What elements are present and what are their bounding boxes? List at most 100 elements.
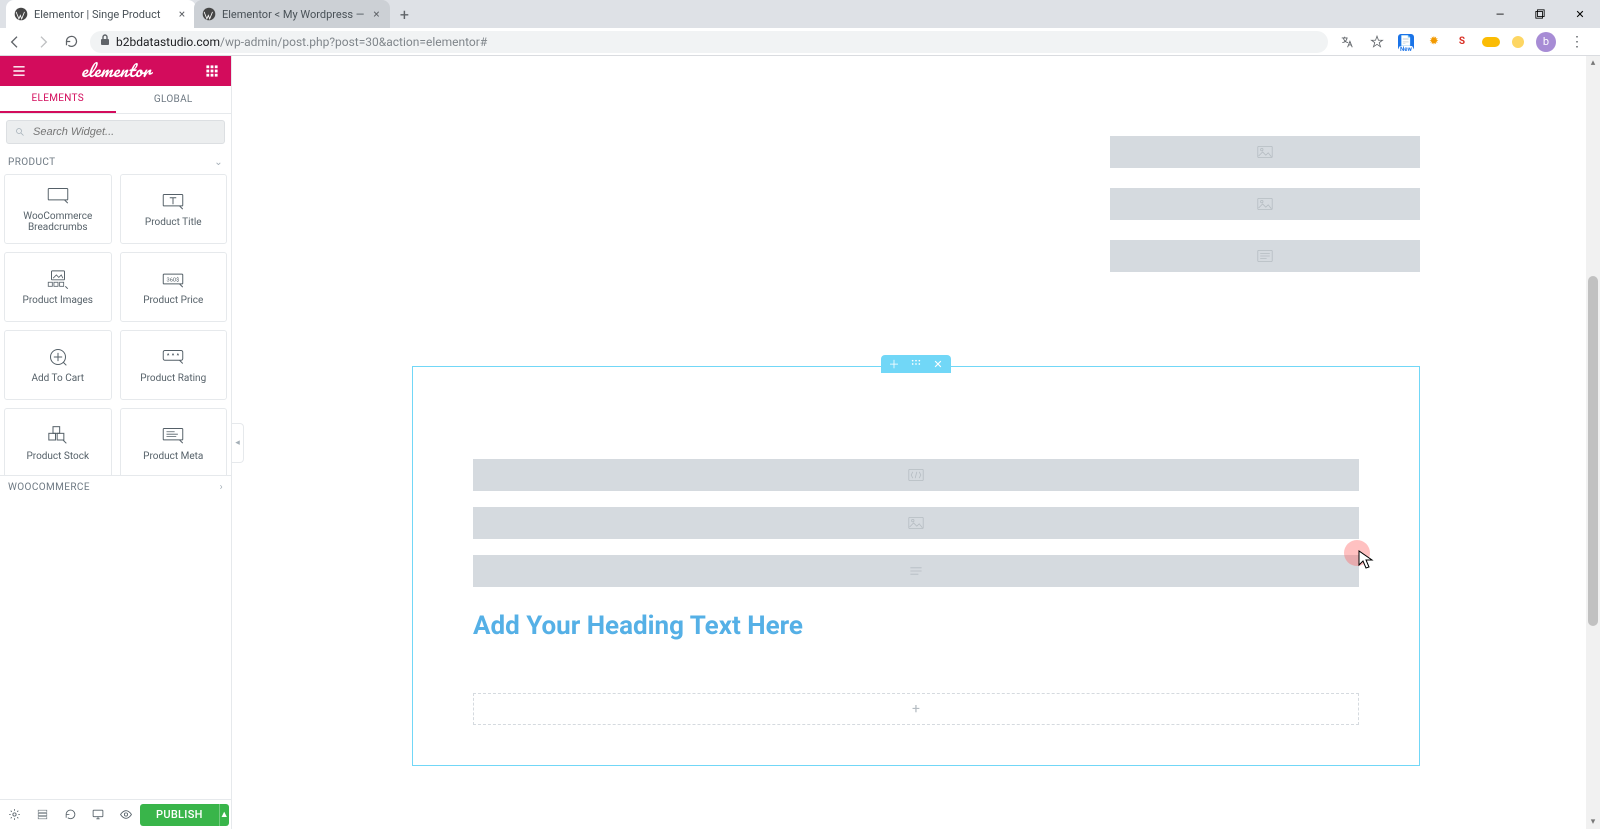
placeholder-widget[interactable] (1110, 188, 1420, 220)
widget-label: Product Rating (136, 373, 210, 384)
profile-avatar[interactable]: b (1536, 32, 1556, 52)
meta-icon (160, 425, 186, 445)
extension-red-s-icon[interactable]: S (1454, 34, 1470, 50)
section-selected[interactable]: ＋ ✕ Add Your Heading Text Here + (412, 366, 1420, 766)
category-label: WOOCOMMERCE (8, 482, 90, 493)
tab-global[interactable]: GLOBAL (116, 86, 232, 113)
title-icon (160, 191, 186, 211)
navigator-icon[interactable] (28, 800, 56, 829)
hamburger-icon[interactable] (8, 60, 30, 82)
search-input[interactable] (31, 125, 216, 139)
placeholder-widget[interactable] (473, 507, 1359, 539)
chrome-menu-icon[interactable]: ⋮ (1568, 33, 1586, 51)
heading-widget[interactable]: Add Your Heading Text Here (473, 603, 1359, 647)
url-row: b2bdatastudio.com/wp-admin/post.php?post… (0, 28, 1600, 56)
publish-more-button[interactable]: ▲ (219, 804, 229, 826)
window-minimize-button[interactable]: — (1480, 0, 1520, 28)
extension-blue-icon[interactable]: New📄 (1398, 34, 1414, 50)
translate-icon[interactable] (1338, 33, 1356, 51)
column-left[interactable] (412, 56, 842, 356)
category-label: PRODUCT (8, 157, 56, 168)
close-icon[interactable]: × (176, 8, 188, 20)
reload-button[interactable] (62, 33, 80, 51)
widget-label: Add To Cart (27, 373, 88, 384)
window-close-button[interactable]: ✕ (1560, 0, 1600, 28)
browser-tab-1[interactable]: Elementor < My Wordpress — × (194, 0, 390, 28)
search-icon (15, 127, 25, 137)
placeholder-widget[interactable] (473, 459, 1359, 491)
stock-icon (45, 425, 71, 445)
back-button[interactable] (6, 33, 24, 51)
app: elementor ELEMENTS GLOBAL PRODUCT ⌄ WooC… (0, 56, 1600, 829)
category-woocommerce[interactable]: WOOCOMMERCE › (0, 475, 231, 499)
browser-tab-title: Elementor < My Wordpress — (222, 8, 364, 21)
widget-label: Product Price (139, 295, 207, 306)
section-controls-tab: ＋ ✕ (881, 355, 951, 373)
browser-tab-0[interactable]: Elementor | Singe Product × (6, 0, 196, 28)
panel-tabs: ELEMENTS GLOBAL (0, 86, 231, 114)
tab-elements[interactable]: ELEMENTS (0, 86, 116, 113)
search-widget-box[interactable] (6, 120, 225, 144)
rating-icon (160, 347, 186, 367)
section-top[interactable] (412, 56, 1420, 356)
widget-label: Product Title (141, 217, 206, 228)
canvas-scrollbar-thumb[interactable] (1588, 276, 1598, 626)
elementor-panel: elementor ELEMENTS GLOBAL PRODUCT ⌄ WooC… (0, 56, 232, 829)
add-widget-dropzone[interactable]: + (473, 693, 1359, 725)
extension-orange-icon[interactable]: ✹ (1426, 34, 1442, 50)
wordpress-icon (202, 7, 216, 21)
responsive-icon[interactable] (84, 800, 112, 829)
widget-label: WooCommerce Breadcrumbs (5, 211, 111, 233)
canvas-scrollbar-track[interactable]: ▴ ▾ (1586, 56, 1600, 829)
widget-label: Product Images (19, 295, 97, 306)
close-icon[interactable]: × (370, 8, 382, 20)
delete-section-icon[interactable]: ✕ (931, 357, 945, 371)
breadcrumbs-icon (45, 185, 71, 205)
chevron-right-icon: › (220, 482, 223, 493)
panel-footer: PUBLISH ▲ (0, 799, 231, 829)
scroll-down-arrow[interactable]: ▾ (1586, 817, 1600, 827)
widget-product-rating[interactable]: Product Rating (120, 330, 228, 400)
window-controls: — ✕ (1480, 0, 1600, 28)
add-section-icon[interactable]: ＋ (887, 357, 901, 371)
preview-icon[interactable] (112, 800, 140, 829)
widget-label: Product Meta (139, 451, 207, 462)
svg-text:360$: 360$ (167, 276, 180, 283)
column-right[interactable] (862, 56, 1420, 356)
chevron-down-icon: ⌄ (214, 157, 223, 168)
elementor-logo: elementor (30, 57, 201, 85)
widget-product-stock[interactable]: Product Stock (4, 408, 112, 475)
widget-grid: WooCommerce Breadcrumbs Product Title Pr… (0, 174, 231, 475)
history-icon[interactable] (56, 800, 84, 829)
editor-canvas[interactable]: ＋ ✕ Add Your Heading Text Here + (232, 56, 1600, 829)
panel-collapse-handle[interactable]: ◂ (232, 423, 244, 463)
widget-add-to-cart[interactable]: Add To Cart (4, 330, 112, 400)
tabstrip: Elementor | Singe Product × Elementor < … (0, 0, 1600, 28)
category-product[interactable]: PRODUCT ⌄ (0, 150, 231, 174)
edit-section-icon[interactable] (909, 357, 923, 371)
window-maximize-button[interactable] (1520, 0, 1560, 28)
browser-chrome: Elementor | Singe Product × Elementor < … (0, 0, 1600, 56)
new-tab-button[interactable]: + (390, 0, 418, 28)
placeholder-widget[interactable] (473, 555, 1359, 587)
wordpress-icon (14, 7, 28, 21)
widget-label: Product Stock (22, 451, 93, 462)
scroll-up-arrow[interactable]: ▴ (1586, 58, 1600, 68)
widget-woocommerce-breadcrumbs[interactable]: WooCommerce Breadcrumbs (4, 174, 112, 244)
extension-pill-icon[interactable] (1482, 37, 1500, 47)
placeholder-widget[interactable] (1110, 240, 1420, 272)
addcart-icon (45, 347, 71, 367)
settings-icon[interactable] (0, 800, 28, 829)
publish-button[interactable]: PUBLISH (140, 804, 219, 826)
extension-yellow-dot-icon[interactable] (1512, 36, 1524, 48)
grid-icon[interactable] (201, 60, 223, 82)
forward-button[interactable] (34, 33, 52, 51)
widget-product-images[interactable]: Product Images (4, 252, 112, 322)
browser-tab-title: Elementor | Singe Product (34, 8, 170, 21)
placeholder-widget[interactable] (1110, 136, 1420, 168)
widget-product-price[interactable]: 360$ Product Price (120, 252, 228, 322)
widget-product-meta[interactable]: Product Meta (120, 408, 228, 475)
url-bar[interactable]: b2bdatastudio.com/wp-admin/post.php?post… (90, 31, 1328, 53)
star-icon[interactable] (1368, 33, 1386, 51)
widget-product-title[interactable]: Product Title (120, 174, 228, 244)
